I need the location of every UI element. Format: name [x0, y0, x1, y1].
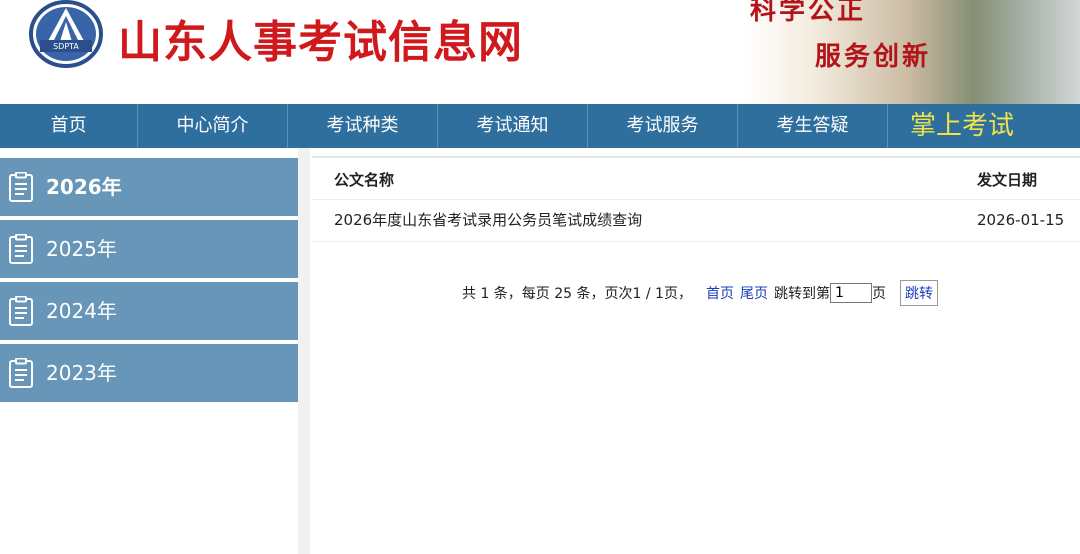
nav-item-about[interactable]: 中心简介	[138, 104, 288, 148]
header: SDPTA 山东人事考试信息网 科学公正 服务创新	[0, 0, 1080, 104]
nav-item-home[interactable]: 首页	[0, 104, 138, 148]
column-header-date: 发文日期	[977, 171, 1038, 189]
document-icon	[9, 172, 33, 202]
banner-slogan-2: 服务创新	[815, 42, 932, 72]
pagination-summary: 共 1 条，每页 25 条，页次1 / 1页，	[462, 286, 692, 302]
sidebar-item-label: 2024年	[46, 299, 117, 323]
table-header: 公文名称 发文日期	[312, 156, 1080, 200]
nav-item-mobile-exam[interactable]: 掌上考试	[888, 104, 1036, 148]
sidebar-item-label: 2025年	[46, 237, 117, 261]
main-content: 公文名称 发文日期 2026年度山东省考试录用公务员笔试成绩查询 2026-01…	[312, 156, 1080, 306]
table-row: 2026年度山东省考试录用公务员笔试成绩查询 2026-01-15	[312, 200, 1080, 242]
sidebar: 2026年 2025年 2024年 2023年	[0, 158, 298, 406]
last-page-link[interactable]: 尾页	[740, 283, 768, 303]
sidebar-item-2026[interactable]: 2026年	[0, 158, 298, 216]
document-icon	[9, 358, 33, 388]
header-banner: 科学公正 服务创新	[700, 0, 1080, 104]
document-date: 2026-01-15	[977, 211, 1065, 229]
sidebar-item-2023[interactable]: 2023年	[0, 344, 298, 402]
banner-slogan-1: 科学公正	[750, 0, 867, 26]
sidebar-item-label: 2026年	[46, 175, 122, 199]
jump-prefix-label: 跳转到第	[773, 286, 830, 302]
site-title[interactable]: 山东人事考试信息网	[118, 6, 523, 70]
first-page-link[interactable]: 首页	[706, 283, 734, 303]
main-nav: 首页 中心简介 考试种类 考试通知 考试服务 考生答疑 掌上考试	[0, 104, 1080, 148]
column-header-name: 公文名称	[334, 171, 395, 189]
page-number-input[interactable]	[829, 283, 872, 303]
jump-button[interactable]: 跳转	[899, 280, 938, 306]
nav-item-exam-notices[interactable]: 考试通知	[438, 104, 588, 148]
document-title-link[interactable]: 2026年度山东省考试录用公务员笔试成绩查询	[334, 200, 642, 241]
sidebar-item-label: 2023年	[46, 361, 117, 385]
sidebar-item-2024[interactable]: 2024年	[0, 282, 298, 340]
nav-item-exam-services[interactable]: 考试服务	[588, 104, 738, 148]
logo-text: SDPTA	[53, 42, 79, 51]
sidebar-item-2025[interactable]: 2025年	[0, 220, 298, 278]
nav-item-exam-types[interactable]: 考试种类	[288, 104, 438, 148]
jump-suffix-label: 页	[871, 286, 886, 302]
pagination: 共 1 条，每页 25 条，页次1 / 1页， 首页 尾页 跳转到第 页 跳转	[462, 280, 938, 306]
document-icon	[9, 296, 33, 326]
document-icon	[9, 234, 33, 264]
nav-item-faq[interactable]: 考生答疑	[738, 104, 888, 148]
sidebar-divider	[298, 148, 310, 554]
sdpta-logo-icon[interactable]: SDPTA	[28, 0, 104, 68]
